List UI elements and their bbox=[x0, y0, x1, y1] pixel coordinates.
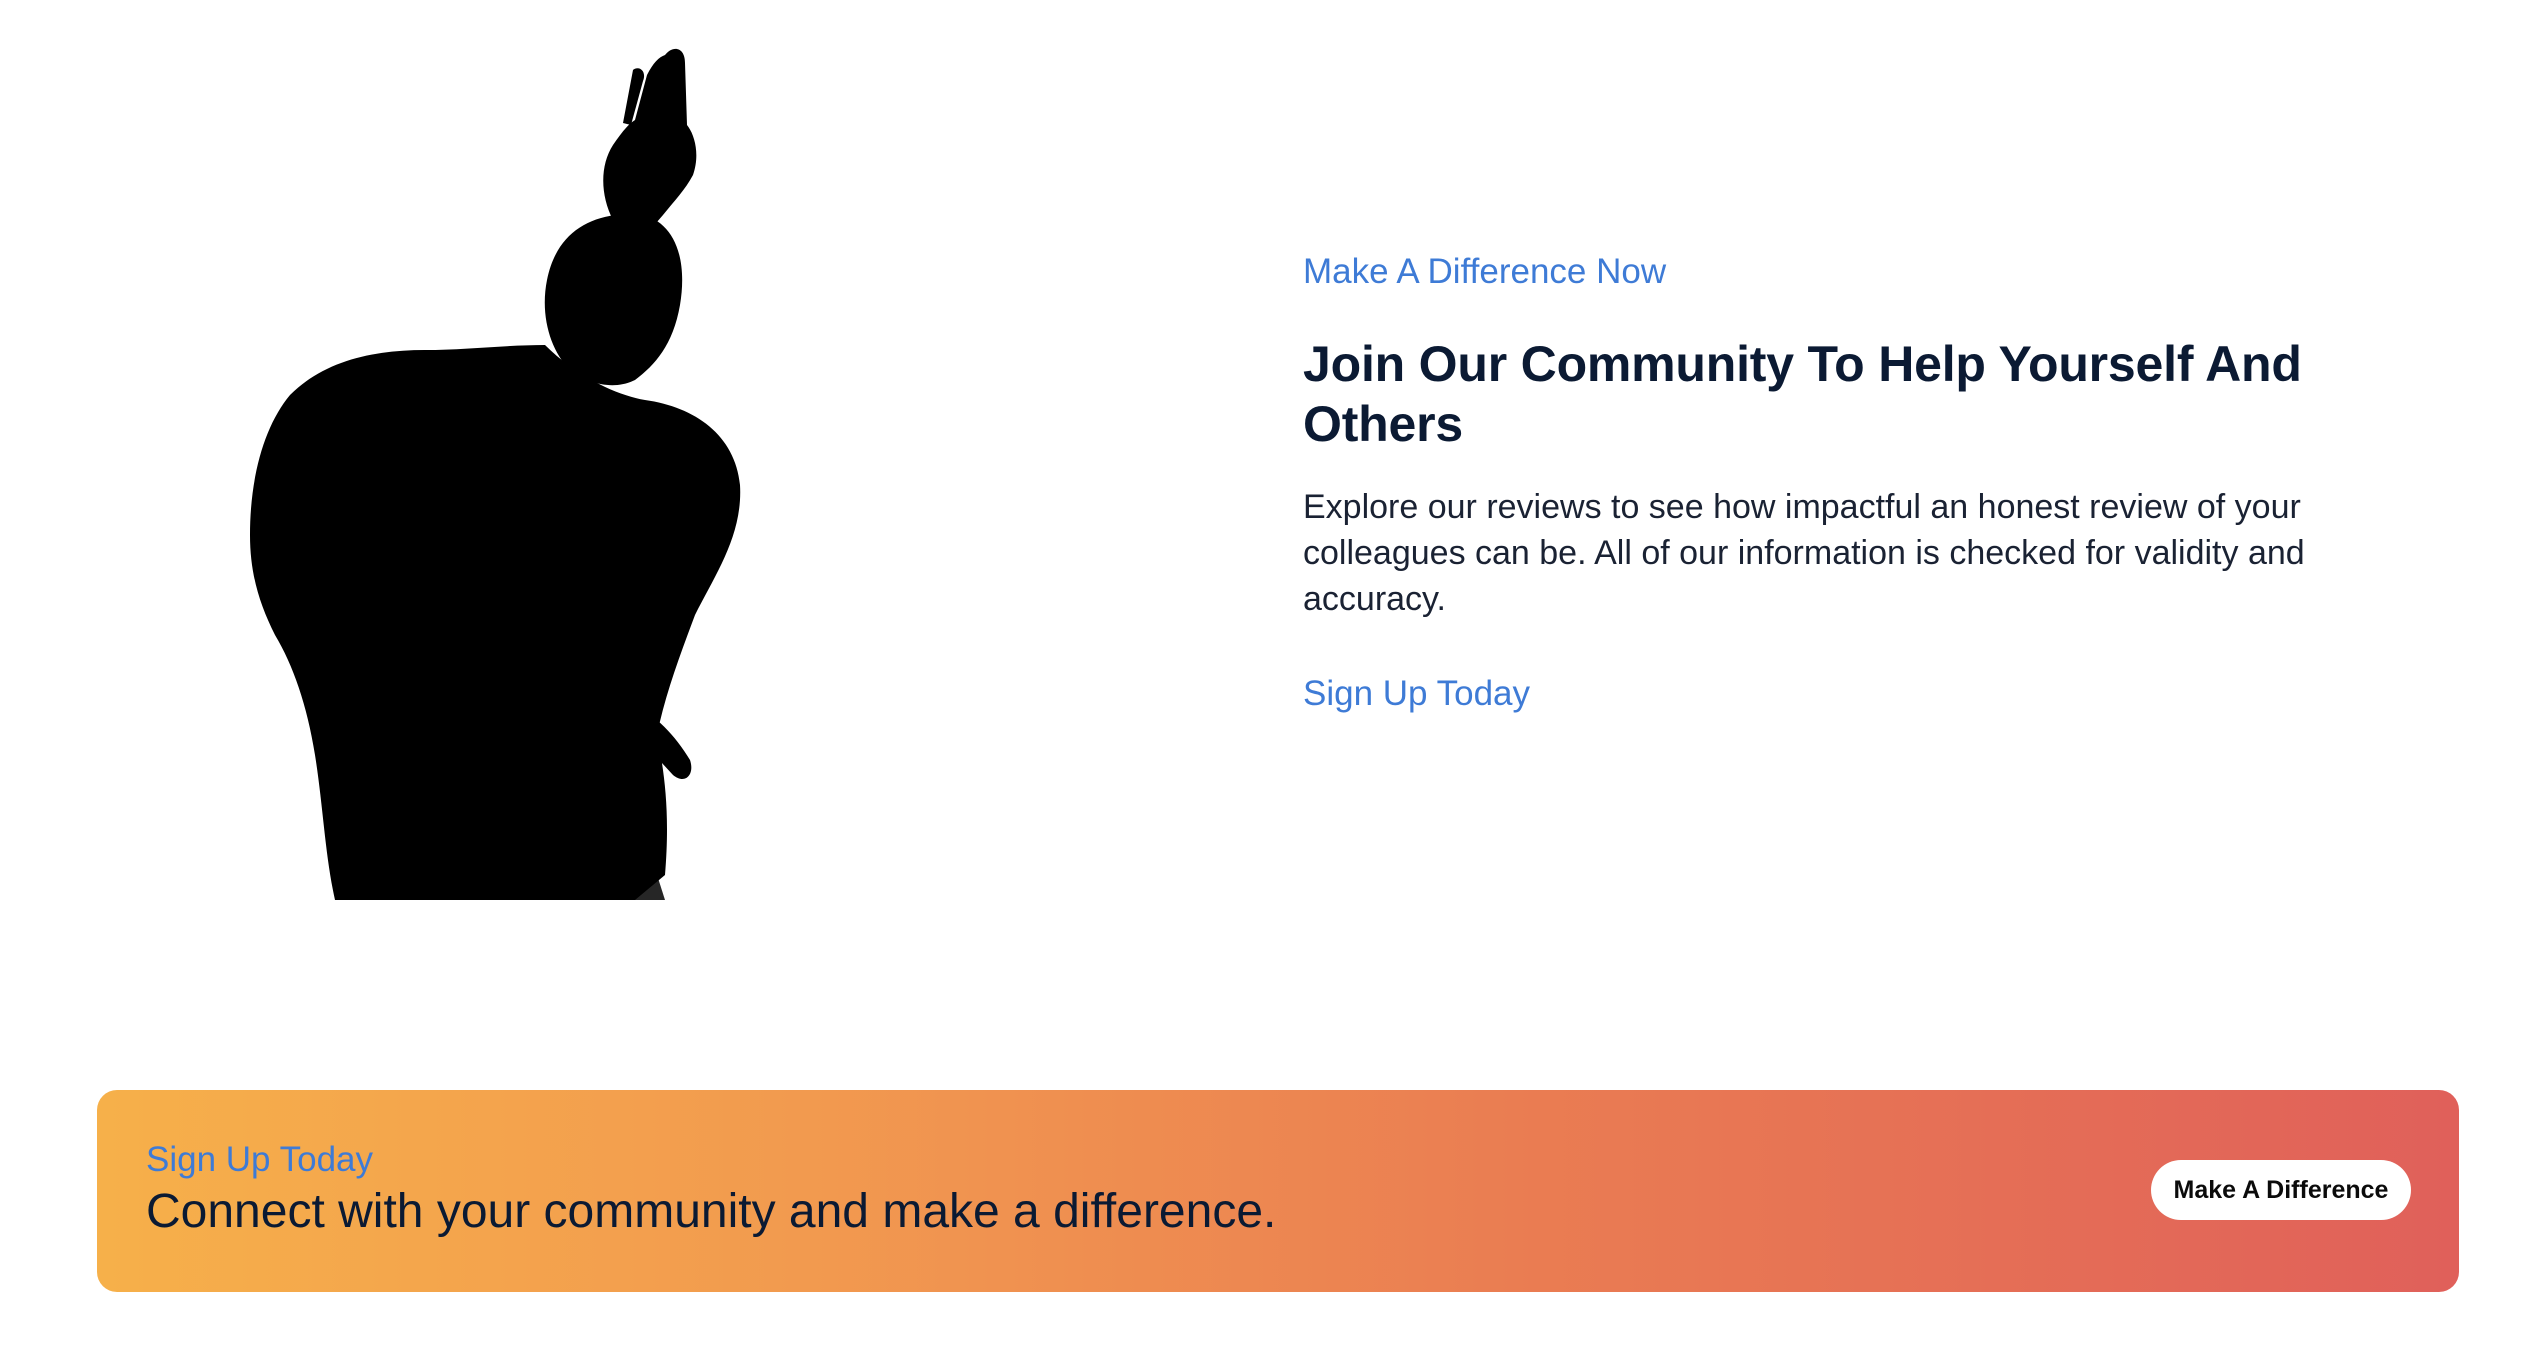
banner-eyebrow: Sign Up Today bbox=[146, 1140, 374, 1179]
section-heading: Join Our Community To Help Yourself And … bbox=[1303, 336, 2302, 452]
sign-up-link[interactable]: Sign Up Today bbox=[1303, 672, 1530, 716]
banner-text: Connect with your community and make a d… bbox=[146, 1185, 1277, 1238]
hero-content: Make A Difference Now Join Our Community… bbox=[1303, 250, 2453, 716]
section-body: Explore our reviews to see how impactful… bbox=[1303, 488, 2305, 618]
silhouette-figure-image bbox=[195, 15, 795, 900]
section-eyebrow: Make A Difference Now bbox=[1303, 252, 1667, 291]
make-a-difference-button[interactable]: Make A Difference bbox=[2151, 1160, 2411, 1220]
cta-banner: Sign Up Today Connect with your communit… bbox=[97, 1090, 2459, 1292]
